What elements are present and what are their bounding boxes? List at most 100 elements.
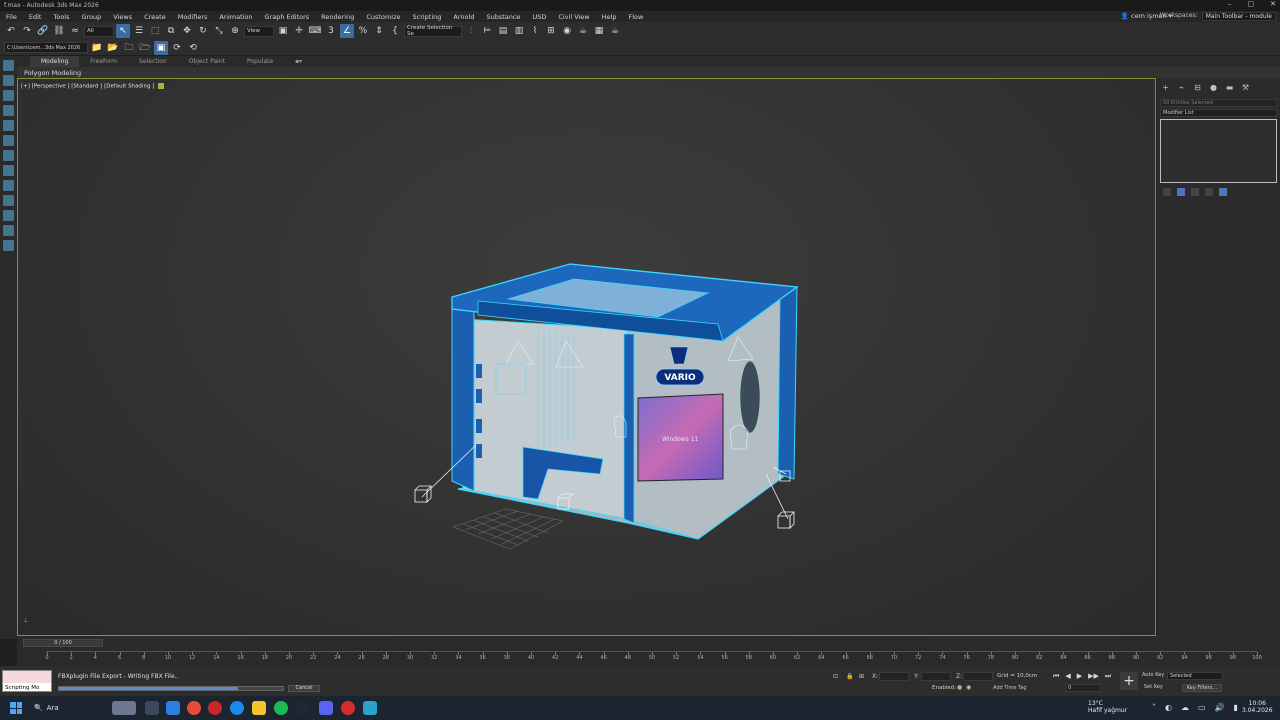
spotify-icon[interactable] [274, 701, 288, 715]
snaps-toggle-icon[interactable]: 3 [324, 24, 338, 38]
menu-tools[interactable]: Tools [47, 13, 75, 21]
folder-open-icon[interactable]: 📁 [90, 41, 104, 55]
manipulate-icon[interactable]: ✛ [292, 24, 306, 38]
set-key-button[interactable]: Set Key [1144, 684, 1163, 690]
display-tab-icon[interactable]: ▬ [1224, 82, 1235, 93]
container-icon[interactable] [3, 60, 14, 71]
enabled-toggle-icon[interactable]: ● [957, 684, 962, 691]
chevron-up-icon[interactable]: ˄ [1152, 703, 1156, 712]
tab-modeling[interactable]: Modeling [30, 56, 80, 67]
y-coord-field[interactable] [921, 672, 951, 681]
file-explorer-icon[interactable] [252, 701, 266, 715]
viewport-layout-icon[interactable]: ▣ [154, 40, 168, 55]
windows-start-icon[interactable] [10, 702, 22, 714]
angle-snap-icon[interactable]: ∠ [340, 24, 354, 38]
move-icon[interactable]: ✥ [180, 24, 194, 38]
selection-name-field[interactable]: 50 Entities Selected [1160, 99, 1277, 107]
key-set-dropdown[interactable]: Selected [1167, 672, 1223, 680]
menu-group[interactable]: Group [76, 13, 108, 21]
tray-app-icon[interactable]: ☁ [1181, 703, 1189, 712]
settings-app-icon[interactable] [341, 701, 355, 715]
ref-coord-dropdown[interactable]: View [244, 25, 274, 37]
percent-snap-icon[interactable]: % [356, 24, 370, 38]
keyboard-shortcut-icon[interactable]: ⌨ [308, 24, 322, 38]
modifier-stack[interactable] [1160, 119, 1277, 183]
edit-named-selection-icon[interactable]: { [388, 24, 402, 38]
folder-save-icon[interactable]: 🗀 [122, 41, 136, 55]
task-view-icon[interactable] [145, 701, 159, 715]
tab-selection[interactable]: Selection [128, 56, 178, 67]
pivot-icon[interactable]: ▣ [276, 24, 290, 38]
isolate-icon[interactable]: ⊡ [833, 673, 838, 680]
auto-key-button[interactable]: Auto Key [1142, 672, 1164, 678]
render-icon[interactable]: ☕ [608, 24, 622, 38]
tab-populate[interactable]: Populate [236, 56, 284, 67]
maxscript-listener[interactable]: Scripting Mo [2, 670, 52, 692]
polygon-modeling-label[interactable]: Polygon Modeling [24, 69, 81, 77]
menu-views[interactable]: Views [107, 13, 138, 21]
minimize-icon[interactable]: – [1228, 0, 1232, 8]
menu-arnold[interactable]: Arnold [447, 13, 480, 21]
cancel-button[interactable]: Cancel [288, 685, 320, 692]
scale-icon[interactable]: ⤡ [212, 24, 226, 38]
remove-modifier-icon[interactable] [1205, 188, 1213, 196]
volume-icon[interactable]: 🔊 [1215, 703, 1225, 712]
hierarchy-tab-icon[interactable]: ⊟ [1192, 82, 1203, 93]
selection-filter-dropdown[interactable]: All [84, 25, 114, 37]
schematic-view-icon[interactable]: ⊞ [544, 24, 558, 38]
steam-icon[interactable] [296, 701, 310, 715]
key-filters-button[interactable]: Key Filters... [1182, 684, 1222, 692]
spinner-snap-icon[interactable]: ⇕ [372, 24, 386, 38]
menu-modifiers[interactable]: Modifiers [172, 13, 214, 21]
folder-icon[interactable]: 📂 [106, 41, 120, 55]
material-editor-icon[interactable]: ◉ [560, 24, 574, 38]
play-icon[interactable]: ▶ [1077, 672, 1082, 681]
abs-rel-icon[interactable]: ⊞ [859, 673, 864, 680]
modifier-list-dropdown[interactable]: Modifier List [1160, 109, 1277, 117]
unlink-icon[interactable]: ⛓ [52, 24, 66, 38]
scene-explorer-icon[interactable]: ▥ [512, 24, 526, 38]
project-path-field[interactable]: C:\Users\cem...3ds Max 2026 [4, 42, 88, 53]
opera-icon[interactable] [208, 701, 222, 715]
helper-icon[interactable] [3, 165, 14, 176]
rotate-icon[interactable]: ↻ [196, 24, 210, 38]
configure-sets-icon[interactable] [1219, 188, 1227, 196]
weather-widget[interactable]: 13°C Hafif yağmur [1088, 700, 1127, 714]
curve-editor-icon[interactable]: ⌇ [528, 24, 542, 38]
display-icon[interactable] [3, 240, 14, 251]
layer-explorer-icon[interactable]: ▤ [496, 24, 510, 38]
undo-icon[interactable]: ↶ [4, 24, 18, 38]
next-frame-icon[interactable]: ▶▶ [1088, 672, 1099, 681]
chrome-icon[interactable] [187, 701, 201, 715]
widgets-icon[interactable] [112, 701, 136, 715]
menu-civil-view[interactable]: Civil View [552, 13, 595, 21]
shape-icon[interactable] [3, 150, 14, 161]
menu-scripting[interactable]: Scripting [407, 13, 448, 21]
rendered-frame-icon[interactable]: ▦ [592, 24, 606, 38]
goto-start-icon[interactable]: ⏮ [1053, 672, 1059, 681]
history-icon[interactable]: ⟲ [186, 41, 200, 55]
placement-icon[interactable]: ⊕ [228, 24, 242, 38]
mirror-icon[interactable]: ⫶ [464, 24, 478, 38]
adaptive-degradation-icon[interactable]: ◉ [966, 684, 971, 691]
menu-graph-editors[interactable]: Graph Editors [259, 13, 316, 21]
menu-rendering[interactable]: Rendering [315, 13, 360, 21]
menu-animation[interactable]: Animation [213, 13, 258, 21]
workspace-dropdown[interactable]: Main Toolbar - module [1201, 12, 1276, 21]
menu-customize[interactable]: Customize [360, 13, 406, 21]
taskbar-search[interactable]: 🔍 Ara [34, 704, 59, 712]
geometry-icon[interactable] [3, 135, 14, 146]
system-icon[interactable] [3, 180, 14, 191]
pin-stack-icon[interactable] [1163, 188, 1171, 196]
network-icon[interactable]: ▭ [1198, 703, 1206, 712]
create-tab-icon[interactable]: + [1160, 82, 1171, 93]
window-crossing-icon[interactable]: ⧉ [164, 24, 178, 38]
folder-settings-icon[interactable]: 🗁 [138, 41, 152, 55]
named-selection-dropdown[interactable]: Create Selection Se [404, 25, 462, 37]
rect-selection-icon[interactable]: ⬚ [148, 24, 162, 38]
motion-tab-icon[interactable]: ● [1208, 82, 1219, 93]
select-object-icon[interactable]: ↖ [116, 24, 130, 38]
layer-icon[interactable] [3, 195, 14, 206]
add-time-tag-button[interactable]: Add Time Tag [993, 685, 1027, 691]
render-setup-icon[interactable]: ☕ [576, 24, 590, 38]
